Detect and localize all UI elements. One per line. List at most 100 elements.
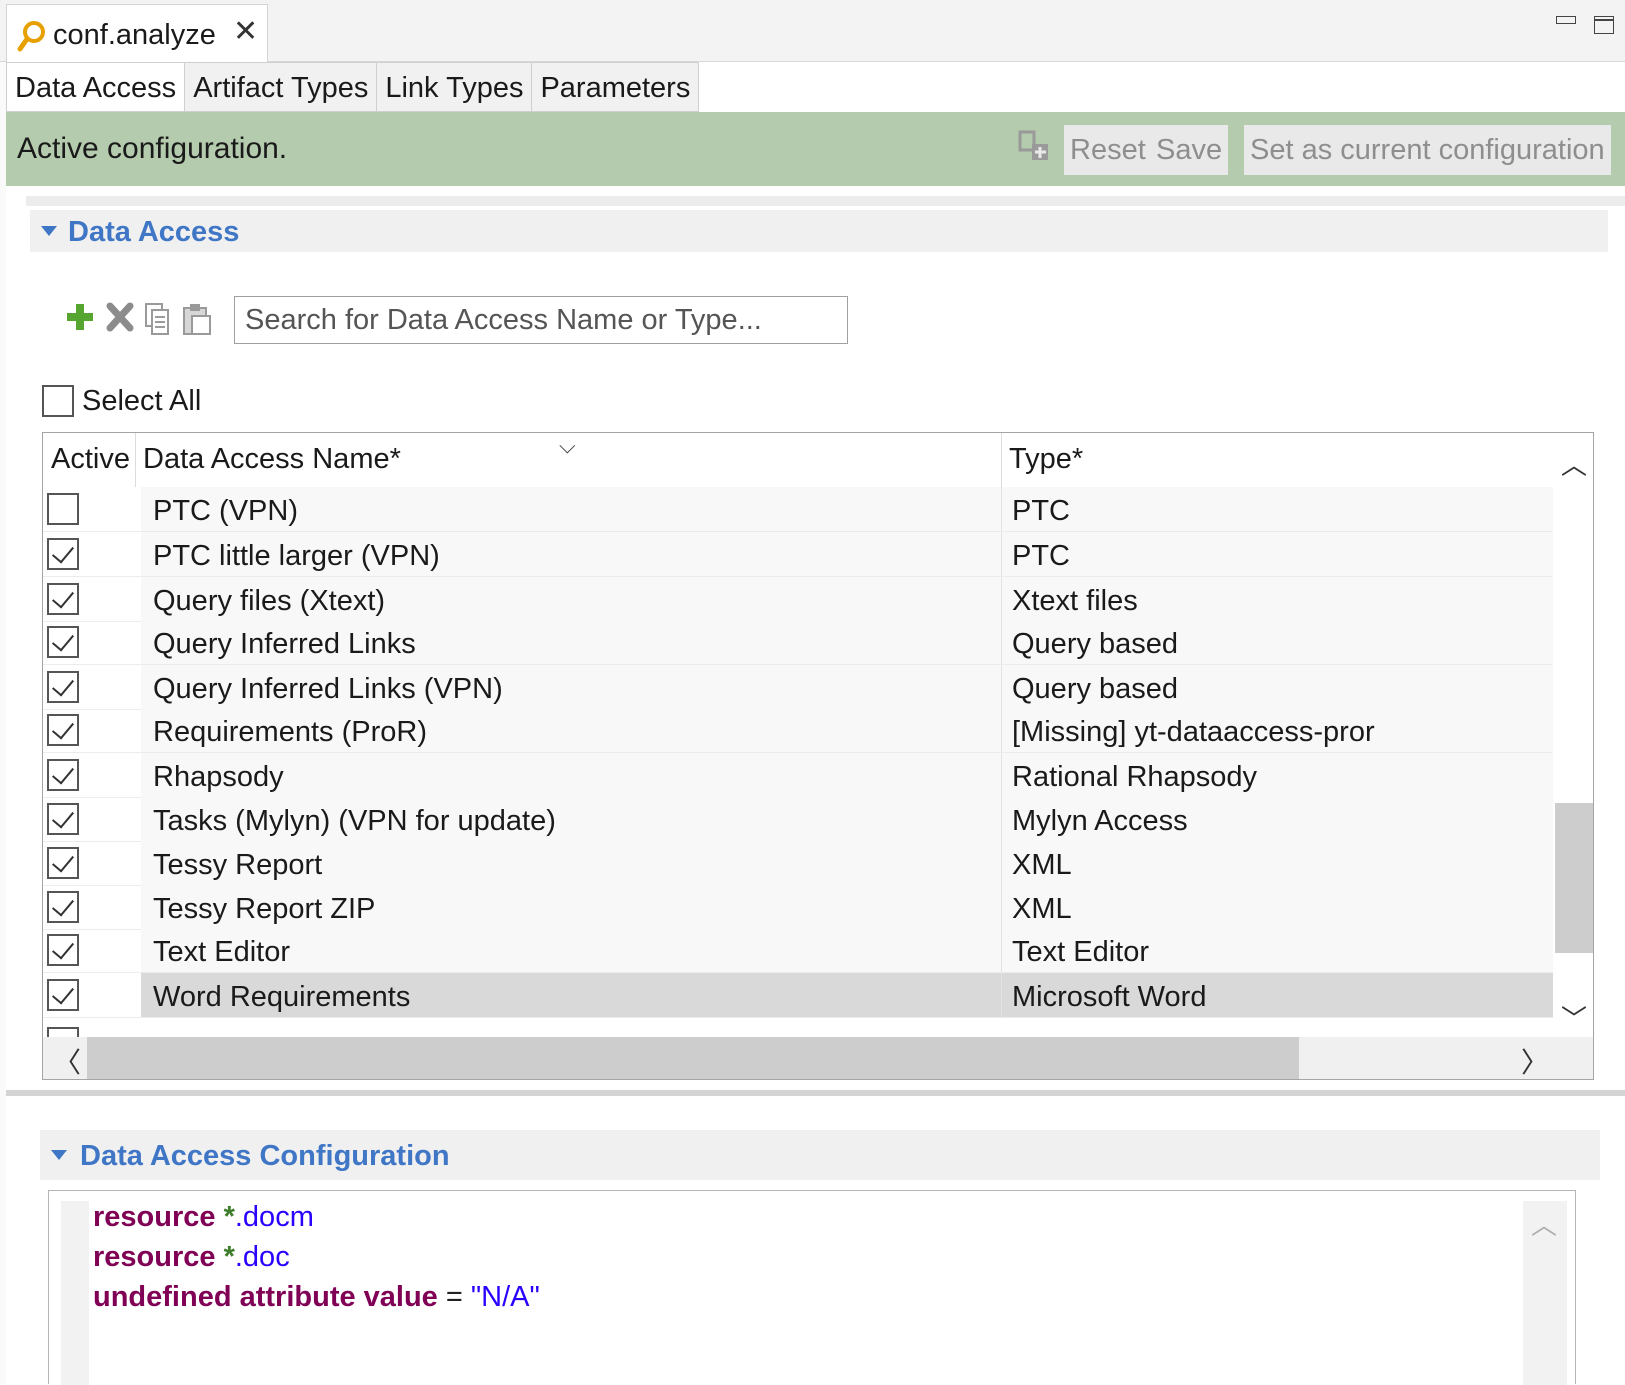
row-active-checkbox[interactable]: [47, 1027, 79, 1037]
row-active-checkbox[interactable]: [47, 714, 79, 746]
column-header-active[interactable]: Active: [51, 443, 130, 476]
row-name-cell[interactable]: PTC (VPN): [141, 487, 1001, 531]
scroll-up-icon[interactable]: ︿: [1531, 1205, 1557, 1242]
code-extension: .doc: [234, 1241, 290, 1273]
analysis-icon: [17, 21, 45, 52]
row-type-cell[interactable]: Rational Rhapsody: [1001, 753, 1553, 797]
tab-link-types[interactable]: Link Types: [377, 62, 533, 112]
add-icon[interactable]: [67, 304, 93, 330]
row-active-checkbox[interactable]: [47, 626, 79, 658]
row-name-cell[interactable]: Query files (Xtext): [141, 577, 1001, 621]
row-type-cell[interactable]: PTC: [1001, 532, 1553, 576]
row-active-checkbox[interactable]: [47, 847, 79, 879]
row-active-checkbox[interactable]: [47, 538, 79, 570]
message-bar: Active configuration. Reset Save Set as …: [6, 112, 1625, 186]
row-type-cell[interactable]: Microsoft Word: [1001, 973, 1553, 1017]
close-icon[interactable]: ✕: [233, 17, 258, 47]
config-code-line[interactable]: resource *.docm: [93, 1201, 314, 1234]
delete-icon[interactable]: [106, 302, 134, 332]
row-name-cell[interactable]: Query Inferred Links (VPN): [141, 665, 1001, 709]
config-editor[interactable]: ︿ resource *.docm resource *.doc undefined…: [48, 1190, 1576, 1385]
scroll-down-icon[interactable]: ﹀: [1561, 999, 1587, 1036]
table-row[interactable]: Text Editor Text Editor: [43, 928, 1553, 973]
row-type-cell[interactable]: XML: [1001, 841, 1553, 885]
scroll-up-icon[interactable]: ︿: [1561, 445, 1587, 482]
editor-gutter: [61, 1201, 89, 1385]
row-active-checkbox[interactable]: [47, 493, 79, 525]
code-keyword: resource: [93, 1201, 216, 1233]
row-type-cell[interactable]: Query based: [1001, 665, 1553, 709]
table-row[interactable]: Query Inferred Links (VPN) Query based: [43, 665, 1553, 710]
data-access-section-header[interactable]: Data Access: [30, 210, 1608, 252]
copy-icon[interactable]: [145, 303, 169, 335]
tab-artifact-types[interactable]: Artifact Types: [185, 62, 378, 112]
row-type-cell[interactable]: Mylyn Access: [1001, 797, 1553, 841]
table-row[interactable]: Tessy Report ZIP XML: [43, 885, 1553, 930]
scroll-left-icon[interactable]: 〈: [53, 1041, 81, 1079]
row-name-cell[interactable]: Text Editor: [141, 928, 1001, 972]
config-code-line[interactable]: undefined attribute value = "N/A": [93, 1281, 540, 1314]
search-input[interactable]: [234, 296, 848, 344]
row-type-cell[interactable]: Query based: [1001, 620, 1553, 664]
section-divider[interactable]: [6, 1090, 1625, 1096]
row-active-checkbox[interactable]: [47, 583, 79, 615]
table-toolbar: [66, 302, 216, 341]
tab-data-access[interactable]: Data Access: [6, 62, 186, 112]
select-all-checkbox[interactable]: [42, 385, 74, 417]
row-name-cell[interactable]: Rhapsody: [141, 753, 1001, 797]
window-edge: [0, 0, 6, 1384]
row-name-cell[interactable]: PTC little larger (VPN): [141, 532, 1001, 576]
row-name-cell[interactable]: Requirements (ProR): [141, 708, 1001, 752]
row-name-cell[interactable]: Tessy Report: [141, 841, 1001, 885]
vertical-scroll-thumb[interactable]: [1555, 803, 1593, 953]
scroll-right-icon[interactable]: 〉: [1521, 1041, 1549, 1079]
row-active-checkbox[interactable]: [47, 671, 79, 703]
table-row[interactable]: PTC (VPN) PTC: [43, 487, 1553, 532]
row-name-cell[interactable]: Query Inferred Links: [141, 620, 1001, 664]
table-row[interactable]: Tasks (Mylyn) (VPN for update) Mylyn Acce…: [43, 797, 1553, 842]
horizontal-scroll-thumb[interactable]: [87, 1037, 1299, 1079]
maximize-icon[interactable]: [1594, 16, 1614, 34]
paste-icon[interactable]: [183, 304, 211, 335]
row-active-checkbox[interactable]: [47, 934, 79, 966]
row-type-cell[interactable]: PTC: [1001, 487, 1553, 531]
minimize-icon[interactable]: [1556, 16, 1576, 24]
row-active-checkbox[interactable]: [47, 979, 79, 1011]
row-name-cell[interactable]: Tasks (Mylyn) (VPN for update): [141, 797, 1001, 841]
row-active-checkbox[interactable]: [47, 803, 79, 835]
table-row[interactable]: Query files (Xtext) Xtext files: [43, 577, 1553, 622]
collapse-triangle-icon[interactable]: [41, 226, 57, 236]
tab-parameters[interactable]: Parameters: [532, 62, 700, 112]
config-code-line[interactable]: resource *.doc: [93, 1241, 290, 1274]
table-row[interactable]: PTC little larger (VPN) PTC: [43, 532, 1553, 577]
row-type-cell[interactable]: Text Editor: [1001, 928, 1553, 972]
row-name-cell[interactable]: Word Requirements: [141, 973, 1001, 1017]
set-current-configuration-button[interactable]: Set as current configuration: [1244, 125, 1611, 175]
horizontal-scrollbar[interactable]: 〈 〉: [43, 1037, 1593, 1079]
table-row[interactable]: Requirements (ProR) [Missing] yt-dataacce…: [43, 708, 1553, 753]
vertical-scrollbar[interactable]: ︿ ﹀: [1553, 433, 1593, 1037]
row-type-cell[interactable]: XML: [1001, 885, 1553, 929]
column-header-type[interactable]: Type*: [1009, 443, 1083, 476]
editor-tab[interactable]: conf.analyze ✕: [6, 4, 268, 62]
config-section-header[interactable]: Data Access Configuration: [40, 1130, 1600, 1180]
row-type-cell[interactable]: Xtext files: [1001, 577, 1553, 621]
deploy-icon[interactable]: [1018, 130, 1052, 164]
table-row[interactable]: Query Inferred Links Query based: [43, 620, 1553, 665]
editor-vertical-scrollbar[interactable]: ︿: [1523, 1201, 1567, 1385]
data-access-section-title: Data Access: [68, 216, 240, 248]
save-button[interactable]: Save: [1150, 125, 1229, 175]
column-header-name[interactable]: Data Access Name*: [143, 443, 401, 476]
code-keyword: undefined attribute value: [93, 1281, 438, 1313]
table-row[interactable]: Word Requirements Microsoft Word: [43, 973, 1553, 1018]
row-type-cell[interactable]: [Missing] yt-dataaccess-pror: [1001, 708, 1553, 752]
sort-icon[interactable]: ⌵: [559, 433, 576, 459]
row-active-checkbox[interactable]: [47, 891, 79, 923]
reset-button[interactable]: Reset: [1064, 125, 1152, 175]
code-extension: .docm: [234, 1201, 314, 1233]
table-row[interactable]: Rhapsody Rational Rhapsody: [43, 753, 1553, 798]
row-name-cell[interactable]: Tessy Report ZIP: [141, 885, 1001, 929]
row-active-checkbox[interactable]: [47, 759, 79, 791]
table-row[interactable]: Tessy Report XML: [43, 841, 1553, 886]
collapse-triangle-icon[interactable]: [51, 1150, 67, 1160]
